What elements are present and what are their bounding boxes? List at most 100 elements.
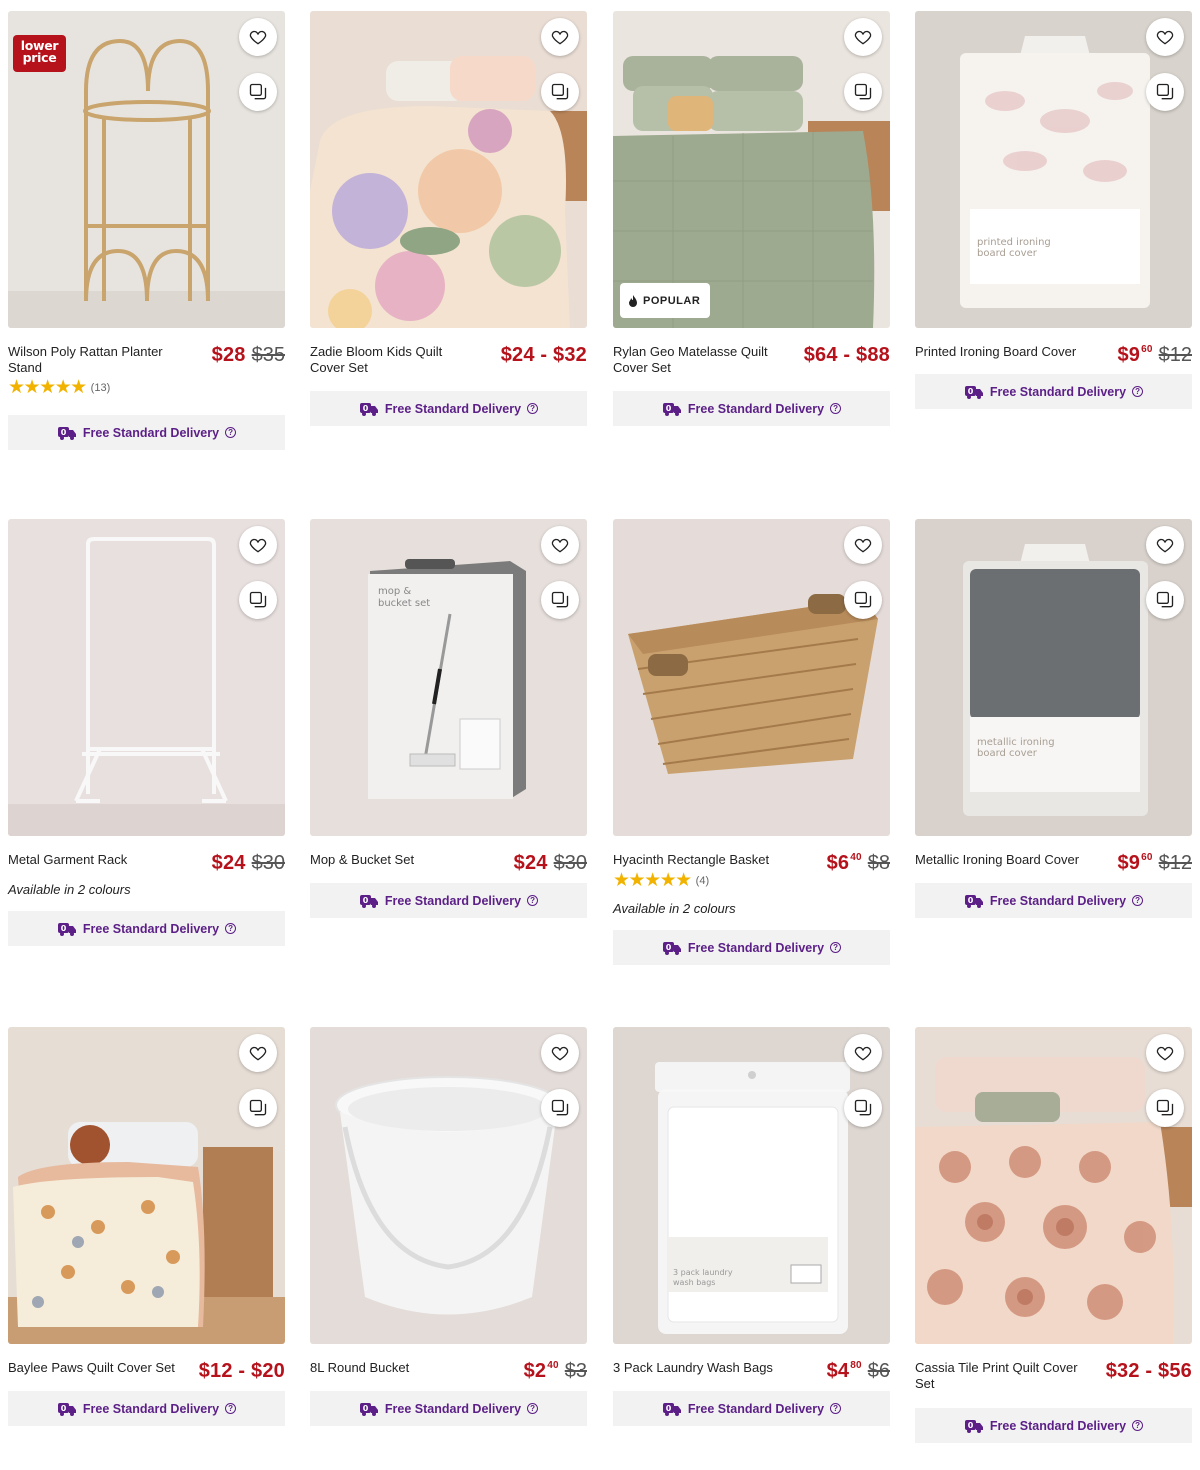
product-card[interactable]: 8L Round Bucket $240 $3 0 Free Standard D… — [310, 1027, 587, 1426]
product-card[interactable]: mop & bucket set Mop & Bucket Set $24 $30… — [310, 519, 587, 918]
heart-icon — [249, 1046, 267, 1061]
round-bucket-image — [310, 1027, 587, 1344]
help-icon[interactable]: ? — [830, 942, 842, 953]
free-delivery-button[interactable]: 0 Free Standard Delivery ? — [310, 883, 587, 918]
help-icon[interactable]: ? — [527, 895, 539, 906]
compare-button[interactable] — [1146, 73, 1184, 111]
product-name[interactable]: 3 Pack Laundry Wash Bags — [613, 1360, 788, 1376]
help-icon[interactable]: ? — [225, 923, 237, 934]
product-card[interactable]: Baylee Paws Quilt Cover Set $12 - $20 0 … — [8, 1027, 285, 1426]
compare-button[interactable] — [1146, 581, 1184, 619]
product-card[interactable]: Metal Garment Rack $24 $30 Available in 2… — [8, 519, 285, 946]
wishlist-heart-button[interactable] — [1146, 1034, 1184, 1072]
wishlist-heart-button[interactable] — [844, 18, 882, 56]
product-name[interactable]: Metallic Ironing Board Cover — [915, 852, 1090, 868]
product-name[interactable]: Metal Garment Rack — [8, 852, 183, 868]
help-icon[interactable]: ? — [1132, 895, 1144, 906]
product-price: $24 - $32 — [501, 344, 587, 367]
product-card[interactable]: Hyacinth Rectangle Basket $640 $8 ★★★★★ (… — [613, 519, 890, 965]
product-name[interactable]: Mop & Bucket Set — [310, 852, 485, 868]
product-image[interactable] — [613, 519, 890, 836]
compare-button[interactable] — [844, 73, 882, 111]
product-name[interactable]: Hyacinth Rectangle Basket — [613, 852, 788, 868]
wishlist-heart-button[interactable] — [844, 1034, 882, 1072]
wishlist-heart-button[interactable] — [239, 18, 277, 56]
wishlist-heart-button[interactable] — [1146, 18, 1184, 56]
help-icon[interactable]: ? — [527, 1403, 539, 1414]
product-name[interactable]: Rylan Geo Matelasse Quilt Cover Set — [613, 344, 773, 376]
product-image[interactable] — [310, 11, 587, 328]
product-image[interactable]: lower price — [8, 11, 285, 328]
product-card[interactable]: Cassia Tile Print Quilt Cover Set $32 - … — [915, 1027, 1192, 1443]
product-image[interactable]: mop & bucket set — [310, 519, 587, 836]
help-icon[interactable]: ? — [830, 1403, 842, 1414]
help-icon[interactable]: ? — [527, 403, 539, 414]
compare-button[interactable] — [541, 581, 579, 619]
product-image[interactable]: printed ironing board cover — [915, 11, 1192, 328]
delivery-label: Free Standard Delivery — [82, 1401, 220, 1416]
free-delivery-button[interactable]: 0 Free Standard Delivery ? — [8, 1391, 285, 1426]
wishlist-heart-button[interactable] — [1146, 526, 1184, 564]
free-delivery-button[interactable]: 0 Free Standard Delivery ? — [310, 1391, 587, 1426]
help-icon[interactable]: ? — [830, 403, 842, 414]
compare-button[interactable] — [239, 73, 277, 111]
product-name[interactable]: Baylee Paws Quilt Cover Set — [8, 1360, 183, 1376]
delivery-truck-icon: 0 — [964, 894, 983, 908]
product-image[interactable]: 3 pack laundry wash bags — [613, 1027, 890, 1344]
product-card[interactable]: metallic ironing board cover Metallic Ir… — [915, 519, 1192, 918]
product-card[interactable]: printed ironing board cover Printed Iron… — [915, 11, 1192, 409]
price-cents: 40 — [850, 852, 862, 863]
wishlist-heart-button[interactable] — [844, 526, 882, 564]
free-delivery-button[interactable]: 0 Free Standard Delivery ? — [915, 374, 1192, 409]
product-name[interactable]: Zadie Bloom Kids Quilt Cover Set — [310, 344, 460, 376]
garment-rack-image — [8, 519, 285, 836]
help-icon[interactable]: ? — [225, 1403, 237, 1414]
product-name[interactable]: Wilson Poly Rattan Planter Stand — [8, 344, 183, 376]
product-card[interactable]: POPULAR Rylan Geo Matelasse Quilt Cover … — [613, 11, 890, 426]
product-image[interactable]: metallic ironing board cover — [915, 519, 1192, 836]
was-price: $30 — [553, 852, 587, 874]
wishlist-heart-button[interactable] — [239, 1034, 277, 1072]
free-delivery-button[interactable]: 0 Free Standard Delivery ? — [613, 930, 890, 965]
product-image[interactable] — [8, 1027, 285, 1344]
wishlist-heart-button[interactable] — [541, 1034, 579, 1072]
compare-button[interactable] — [541, 1089, 579, 1127]
compare-button[interactable] — [844, 1089, 882, 1127]
price-cents: 80 — [850, 1360, 862, 1371]
free-delivery-button[interactable]: 0 Free Standard Delivery ? — [8, 415, 285, 450]
free-delivery-button[interactable]: 0 Free Standard Delivery ? — [915, 1408, 1192, 1443]
wishlist-heart-button[interactable] — [239, 526, 277, 564]
product-name[interactable]: Printed Ironing Board Cover — [915, 344, 1090, 360]
product-price: $240 $3 — [524, 1360, 587, 1383]
product-image[interactable] — [8, 519, 285, 836]
compare-button[interactable] — [844, 581, 882, 619]
wishlist-heart-button[interactable] — [541, 526, 579, 564]
free-delivery-button[interactable]: 0 Free Standard Delivery ? — [915, 883, 1192, 918]
help-icon[interactable]: ? — [225, 427, 237, 438]
product-name[interactable]: 8L Round Bucket — [310, 1360, 485, 1376]
product-name[interactable]: Cassia Tile Print Quilt Cover Set — [915, 1360, 1085, 1392]
price-cents: 40 — [547, 1360, 559, 1371]
free-delivery-button[interactable]: 0 Free Standard Delivery ? — [8, 911, 285, 946]
compare-button[interactable] — [541, 73, 579, 111]
current-price: $12 - $20 — [198, 1360, 285, 1382]
help-icon[interactable]: ? — [1132, 1420, 1144, 1431]
rating[interactable]: ★★★★★ (13) — [8, 378, 285, 397]
heart-icon — [1156, 30, 1174, 45]
current-price: $960 — [1117, 852, 1152, 874]
free-delivery-button[interactable]: 0 Free Standard Delivery ? — [613, 1391, 890, 1426]
compare-button[interactable] — [239, 581, 277, 619]
help-icon[interactable]: ? — [1132, 386, 1144, 397]
wishlist-heart-button[interactable] — [541, 18, 579, 56]
free-delivery-button[interactable]: 0 Free Standard Delivery ? — [310, 391, 587, 426]
free-delivery-button[interactable]: 0 Free Standard Delivery ? — [613, 391, 890, 426]
product-card[interactable]: Zadie Bloom Kids Quilt Cover Set $24 - $… — [310, 11, 587, 426]
product-card[interactable]: 3 pack laundry wash bags 3 Pack Laundry … — [613, 1027, 890, 1426]
product-card[interactable]: lower price Wilson Poly Rattan Planter S… — [8, 11, 285, 450]
compare-button[interactable] — [239, 1089, 277, 1127]
compare-button[interactable] — [1146, 1089, 1184, 1127]
product-image[interactable]: POPULAR — [613, 11, 890, 328]
svg-text:0: 0 — [61, 924, 67, 933]
product-image[interactable] — [310, 1027, 587, 1344]
product-image[interactable] — [915, 1027, 1192, 1344]
